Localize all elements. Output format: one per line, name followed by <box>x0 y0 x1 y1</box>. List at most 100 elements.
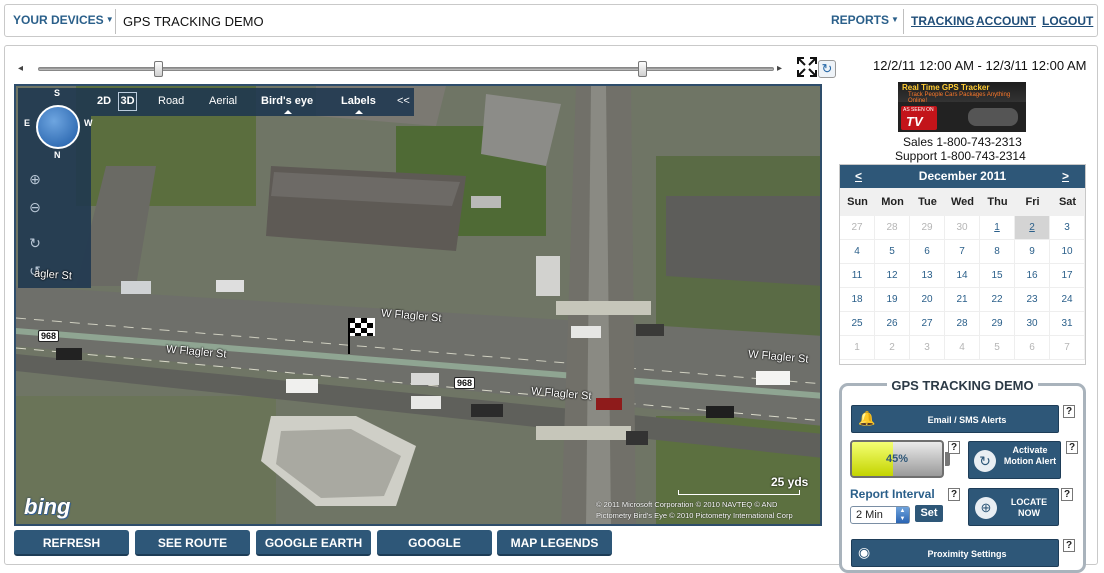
account-link[interactable]: ACCOUNT <box>976 14 1036 28</box>
date-range: 12/2/11 12:00 AM - 12/3/11 12:00 AM <box>873 58 1087 73</box>
collapse-toolbar-button[interactable]: << <box>397 95 410 107</box>
report-interval-select[interactable]: 2 Min ▲ ▼ <box>850 506 910 524</box>
calendar-day[interactable]: 11 <box>840 264 875 288</box>
timeline-left-arrow-icon[interactable]: ◂ <box>18 63 23 74</box>
calendar-day[interactable]: 26 <box>875 312 910 336</box>
mode-2d-button[interactable]: 2D <box>97 95 111 107</box>
map-toolbar: 2D 3D Road Aerial Bird's eye Labels << <box>91 88 414 116</box>
reports-menu[interactable]: REPORTS ▼ <box>831 13 899 27</box>
calendar-day[interactable]: 5 <box>875 240 910 264</box>
help-icon[interactable]: ? <box>1061 488 1073 501</box>
bing-logo[interactable]: bing <box>24 494 70 520</box>
calendar-day[interactable]: 15 <box>980 264 1015 288</box>
calendar-day[interactable]: 17 <box>1050 264 1085 288</box>
calendar-day[interactable]: 10 <box>1050 240 1085 264</box>
route-shield: 968 <box>454 377 476 389</box>
timeline-right-arrow-icon[interactable]: ▸ <box>777 63 782 74</box>
active-indicator <box>284 110 292 114</box>
proximity-settings-button[interactable]: ◉ Proximity Settings <box>851 539 1059 567</box>
calendar-weekdays: Sun Mon Tue Wed Thu Fri Sat <box>840 188 1085 216</box>
aerial-imagery[interactable] <box>16 86 822 526</box>
calendar-day[interactable]: 23 <box>1015 288 1050 312</box>
google-button[interactable]: GOOGLE <box>377 530 492 556</box>
birds-eye-view-button[interactable]: Bird's eye <box>261 95 313 107</box>
calendar-day[interactable]: 6 <box>910 240 945 264</box>
battery-indicator: 45% <box>850 440 944 478</box>
your-devices-menu[interactable]: YOUR DEVICES ▼ <box>13 13 114 27</box>
gps-panel-title: GPS TRACKING DEMO <box>842 378 1083 393</box>
calendar-day[interactable]: 22 <box>980 288 1015 312</box>
calendar-day[interactable]: 18 <box>840 288 875 312</box>
stepper-arrows-icon[interactable]: ▲ ▼ <box>896 507 909 523</box>
route-shield: 968 <box>38 330 60 342</box>
reports-label[interactable]: REPORTS <box>831 13 889 27</box>
set-interval-button[interactable]: Set <box>915 505 943 522</box>
timeline-start-handle[interactable] <box>154 61 163 77</box>
email-sms-alerts-button[interactable]: 🔔 Email / SMS Alerts <box>851 405 1059 433</box>
calendar-day[interactable]: 27 <box>910 312 945 336</box>
calendar-day: 4 <box>945 336 980 360</box>
locate-now-button[interactable]: ⊕ LOCATE NOW <box>968 488 1059 526</box>
map-navigation-panel: S E W N ⊕ ⊖ ↻ ↺ <box>18 88 93 288</box>
gps-device-image <box>968 108 1018 126</box>
help-icon[interactable]: ? <box>1063 405 1075 418</box>
timeline-slider-track[interactable] <box>38 67 774 71</box>
scale-bar <box>678 490 800 495</box>
help-icon[interactable]: ? <box>1066 441 1078 454</box>
mode-3d-button[interactable]: 3D <box>118 92 137 111</box>
motion-icon: ↻ <box>974 450 996 472</box>
calendar-day: 7 <box>1050 336 1085 360</box>
help-icon[interactable]: ? <box>948 441 960 454</box>
calendar-day[interactable]: 13 <box>910 264 945 288</box>
your-devices-label[interactable]: YOUR DEVICES <box>13 13 104 27</box>
app-title: GPS TRACKING DEMO <box>123 14 264 29</box>
map-legends-button[interactable]: MAP LEGENDS <box>497 530 612 556</box>
calendar-day[interactable]: 1 <box>980 216 1015 240</box>
calendar-day[interactable]: 29 <box>980 312 1015 336</box>
calendar-day[interactable]: 8 <box>980 240 1015 264</box>
google-earth-button[interactable]: GOOGLE EARTH <box>256 530 371 556</box>
calendar-day[interactable]: 28 <box>945 312 980 336</box>
calendar-day[interactable]: 19 <box>875 288 910 312</box>
calendar-day[interactable]: 20 <box>910 288 945 312</box>
calendar-day[interactable]: 31 <box>1050 312 1085 336</box>
calendar-day[interactable]: 2 <box>1015 216 1050 240</box>
aerial-view-button[interactable]: Aerial <box>209 95 237 107</box>
help-icon[interactable]: ? <box>1063 539 1075 552</box>
ad-seen-on: AS SEEN ON <box>903 107 934 113</box>
rotate-right-icon[interactable]: ↻ <box>26 234 44 252</box>
calendar-day[interactable]: 9 <box>1015 240 1050 264</box>
calendar-day[interactable]: 16 <box>1015 264 1050 288</box>
map-view[interactable]: S E W N ⊕ ⊖ ↻ ↺ 2D 3D Road Aerial Bird's… <box>14 84 822 526</box>
tracking-link[interactable]: TRACKING <box>911 14 974 28</box>
calendar-day[interactable]: 24 <box>1050 288 1085 312</box>
calendar-day[interactable]: 25 <box>840 312 875 336</box>
timeline-end-handle[interactable] <box>638 61 647 77</box>
calendar-day[interactable]: 12 <box>875 264 910 288</box>
calendar-day[interactable]: 7 <box>945 240 980 264</box>
zoom-out-icon[interactable]: ⊖ <box>26 198 44 216</box>
labels-toggle[interactable]: Labels <box>341 95 376 107</box>
battery-percent: 45% <box>885 453 909 465</box>
calendar-day[interactable]: 4 <box>840 240 875 264</box>
calendar-day[interactable]: 14 <box>945 264 980 288</box>
chevron-down-icon[interactable]: ▼ <box>891 15 899 24</box>
help-icon[interactable]: ? <box>948 488 960 501</box>
refresh-button[interactable]: REFRESH <box>14 530 129 556</box>
fullscreen-expand-icon[interactable] <box>795 55 819 79</box>
logout-link[interactable]: LOGOUT <box>1042 14 1093 28</box>
calendar-day[interactable]: 30 <box>1015 312 1050 336</box>
advertisement-banner[interactable]: Real Time GPS Tracker Track People Cars … <box>898 82 1026 132</box>
zoom-in-icon[interactable]: ⊕ <box>26 170 44 188</box>
activate-motion-alert-button[interactable]: ↻ Activate Motion Alert <box>968 441 1061 479</box>
see-route-button[interactable]: SEE ROUTE <box>135 530 250 556</box>
road-view-button[interactable]: Road <box>158 95 184 107</box>
refresh-icon[interactable]: ↻ <box>818 60 836 78</box>
calendar-day[interactable]: 21 <box>945 288 980 312</box>
calendar-next-month[interactable]: > <box>1062 169 1069 183</box>
active-indicator <box>355 110 363 114</box>
compass-icon[interactable] <box>36 105 80 149</box>
calendar-day[interactable]: 3 <box>1050 216 1085 240</box>
chevron-down-icon[interactable]: ▼ <box>106 15 114 24</box>
weekday-label: Wed <box>950 196 975 208</box>
